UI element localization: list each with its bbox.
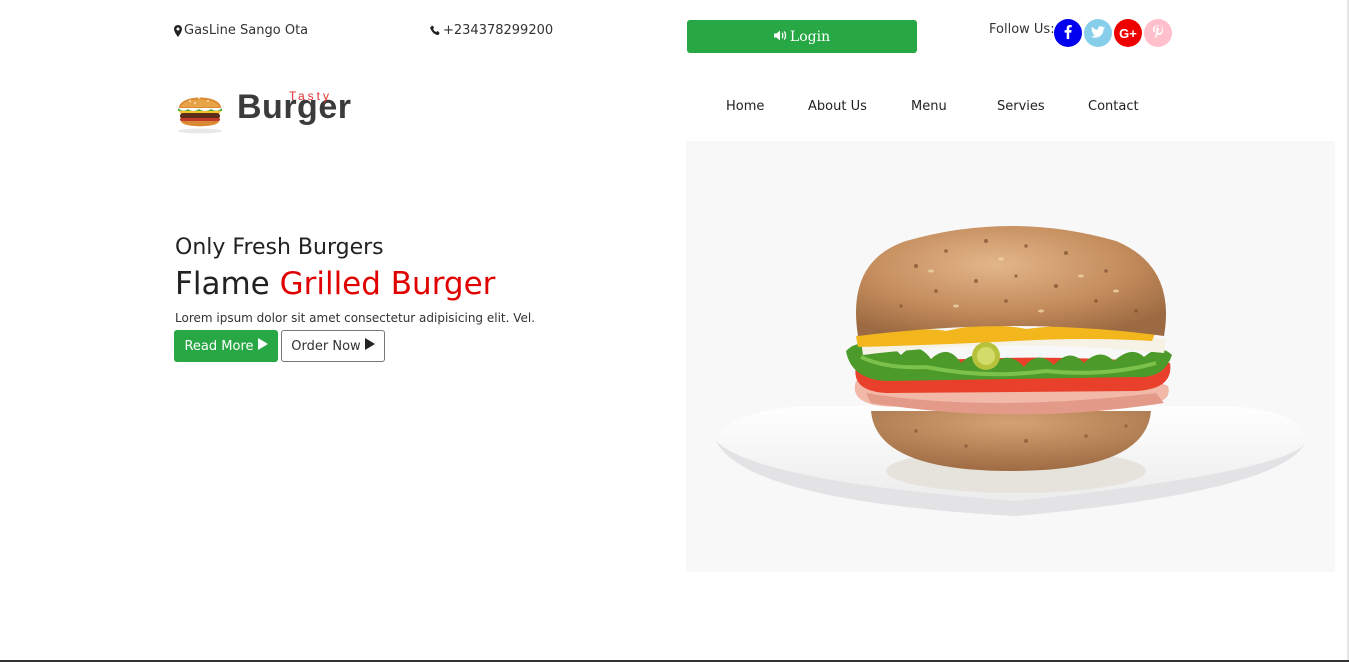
order-now-label: Order Now — [291, 338, 361, 354]
twitter-icon — [1091, 25, 1105, 41]
hero-title-plain: Flame — [175, 266, 270, 302]
read-more-button[interactable]: Read More — [174, 330, 278, 362]
volume-icon — [773, 29, 787, 45]
phone-text: +234378299200 — [443, 23, 554, 38]
read-more-label: Read More — [184, 338, 254, 354]
nav-about-us[interactable]: About Us — [808, 99, 867, 114]
nav-home[interactable]: Home — [726, 99, 764, 114]
twitter-button[interactable] — [1084, 19, 1112, 47]
hero-title-accent: Grilled Burger — [279, 266, 496, 302]
map-marker-icon — [174, 24, 182, 37]
nav-menu[interactable]: Menu — [911, 99, 947, 114]
phone-info: +234378299200 — [430, 23, 553, 38]
play-icon — [364, 338, 375, 354]
pinterest-icon — [1153, 25, 1163, 41]
hero-title: Flame Grilled Burger — [175, 266, 495, 302]
address-text: GasLine Sango Ota — [184, 23, 309, 38]
facebook-button[interactable] — [1054, 19, 1082, 47]
play-icon — [257, 338, 268, 354]
logo-burger-image[interactable] — [175, 88, 225, 138]
follow-label: Follow Us: — [989, 22, 1055, 37]
hero-description: Lorem ipsum dolor sit amet consectetur a… — [175, 311, 536, 325]
pinterest-button[interactable] — [1144, 19, 1172, 47]
nav-contact[interactable]: Contact — [1088, 99, 1139, 114]
login-button[interactable]: Login — [687, 20, 917, 53]
login-label: Login — [789, 28, 831, 45]
hero-subtitle: Only Fresh Burgers — [175, 235, 384, 260]
google-plus-icon: G+ — [1119, 25, 1137, 41]
logo-tagline: Tasty — [289, 89, 333, 103]
address-info: GasLine Sango Ota — [174, 23, 308, 38]
phone-icon — [430, 25, 441, 36]
order-now-button[interactable]: Order Now — [281, 330, 385, 362]
nav-services[interactable]: Servies — [997, 99, 1045, 114]
facebook-icon — [1064, 24, 1072, 42]
hero-burger-image — [686, 141, 1335, 572]
google-plus-button[interactable]: G+ — [1114, 19, 1142, 47]
